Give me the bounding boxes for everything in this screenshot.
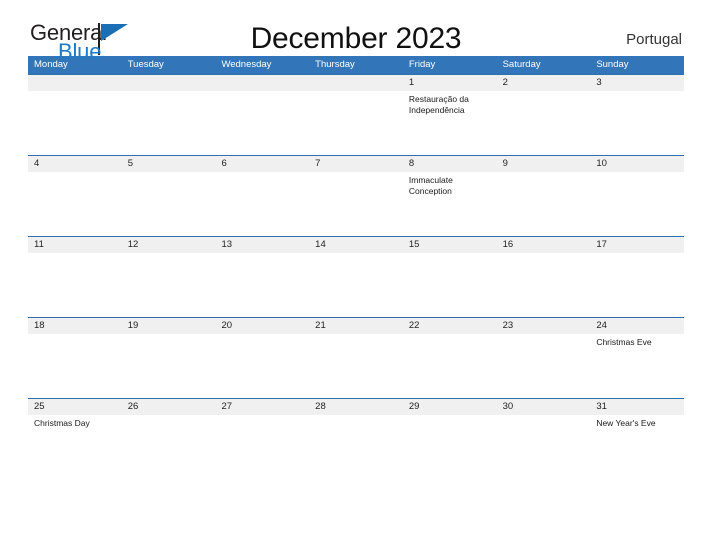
day-band [309, 156, 403, 172]
day-cell[interactable]: 10 [590, 156, 685, 236]
day-cell[interactable] [28, 75, 122, 155]
country-label: Portugal [626, 31, 682, 48]
day-number: 4 [34, 158, 40, 169]
day-number: 21 [315, 320, 326, 331]
day-number: 13 [221, 239, 233, 250]
day-number: 16 [502, 239, 514, 250]
day-event: Christmas Eve [596, 337, 652, 347]
day-cell[interactable]: 22 [402, 318, 497, 398]
day-cell[interactable]: 26 [121, 399, 216, 479]
day-number: 1 [408, 77, 415, 88]
day-band [590, 75, 685, 91]
page-header: General Blue December 2023 Portugal [28, 0, 684, 63]
calendar-page: General Blue December 2023 Portugal Mond… [0, 0, 712, 550]
calendar-grid: Monday Tuesday Wednesday Thursday Friday… [28, 56, 685, 479]
day-cell[interactable]: 4 [28, 156, 122, 236]
day-number: 3 [596, 77, 602, 88]
week-row: 1 Restauração da Independência 2 3 [28, 74, 685, 155]
day-cell[interactable]: 3 [590, 75, 685, 155]
day-cell[interactable] [215, 75, 310, 155]
day-cell[interactable]: 2 [496, 75, 591, 155]
day-cell[interactable]: 20 [215, 318, 310, 398]
day-cell[interactable]: 24 Christmas Eve [590, 318, 685, 398]
day-number: 17 [596, 239, 607, 250]
day-cell[interactable] [309, 75, 403, 155]
weekday-header-wednesday: Wednesday [221, 59, 272, 70]
day-cell[interactable]: 8 Immaculate Conception [402, 156, 497, 236]
day-number: 10 [596, 158, 607, 169]
day-cell[interactable]: 12 [121, 237, 216, 317]
weekday-header-saturday: Saturday [502, 59, 541, 70]
day-number: 19 [127, 320, 139, 331]
week-row: 11 12 13 14 15 16 17 [28, 236, 685, 317]
day-number: 23 [502, 320, 514, 331]
day-number: 30 [502, 401, 514, 412]
day-number: 7 [315, 158, 321, 169]
day-cell[interactable]: 15 [402, 237, 497, 317]
day-cell[interactable]: 23 [496, 318, 591, 398]
day-cell[interactable]: 25 Christmas Day [28, 399, 122, 479]
day-number: 24 [596, 320, 607, 331]
day-number: 25 [34, 401, 45, 412]
day-number: 8 [408, 158, 415, 169]
week-row: 25 Christmas Day 26 27 28 29 30 31 New Y… [28, 398, 685, 479]
day-event: Christmas Day [34, 418, 90, 428]
day-band [309, 75, 403, 91]
day-event: Restauração da Independência [408, 94, 469, 115]
day-number: 27 [221, 401, 233, 412]
day-cell[interactable]: 28 [309, 399, 403, 479]
day-number: 22 [408, 320, 420, 331]
day-cell[interactable]: 11 [28, 237, 122, 317]
day-number: 20 [221, 320, 233, 331]
day-number: 6 [221, 158, 227, 169]
weekday-header-sunday: Sunday [596, 59, 629, 70]
day-cell[interactable]: 7 [309, 156, 403, 236]
day-band [215, 75, 310, 91]
day-cell[interactable]: 1 Restauração da Independência [402, 75, 497, 155]
day-number: 29 [408, 401, 420, 412]
day-number: 2 [502, 77, 508, 88]
day-number: 15 [408, 239, 420, 250]
day-cell[interactable]: 9 [496, 156, 591, 236]
day-event: Immaculate Conception [408, 175, 453, 196]
day-cell[interactable]: 13 [215, 237, 310, 317]
day-cell[interactable]: 18 [28, 318, 122, 398]
day-cell[interactable]: 21 [309, 318, 403, 398]
day-band [121, 75, 216, 91]
day-number: 5 [127, 158, 134, 169]
day-number: 18 [34, 320, 45, 331]
day-band [215, 156, 310, 172]
day-band [402, 75, 497, 91]
day-cell[interactable]: 17 [590, 237, 685, 317]
day-number: 12 [127, 239, 139, 250]
day-cell[interactable]: 31 New Year's Eve [590, 399, 685, 479]
day-band [121, 156, 216, 172]
day-number: 11 [34, 239, 44, 250]
day-event: New Year's Eve [596, 418, 656, 428]
weekday-header-friday: Friday [408, 59, 436, 70]
day-cell[interactable]: 6 [215, 156, 310, 236]
week-row: 4 5 6 7 8 Immaculate Conception 9 10 [28, 155, 685, 236]
day-number: 28 [315, 401, 326, 412]
day-number: 9 [502, 158, 508, 169]
day-number: 26 [127, 401, 139, 412]
day-band [28, 75, 122, 91]
day-cell[interactable]: 19 [121, 318, 216, 398]
day-band [402, 156, 497, 172]
day-cell[interactable]: 27 [215, 399, 310, 479]
day-cell[interactable]: 30 [496, 399, 591, 479]
day-cell[interactable]: 5 [121, 156, 216, 236]
day-cell[interactable]: 29 [402, 399, 497, 479]
weekday-header-thursday: Thursday [315, 59, 355, 70]
day-band [496, 75, 591, 91]
day-cell[interactable] [121, 75, 216, 155]
day-cell[interactable]: 14 [309, 237, 403, 317]
day-band [28, 156, 122, 172]
day-band [496, 156, 591, 172]
day-number: 14 [315, 239, 326, 250]
page-title: December 2023 [250, 22, 462, 55]
day-number: 31 [596, 401, 607, 412]
week-row: 18 19 20 21 22 23 24 Christmas Eve [28, 317, 685, 398]
day-cell[interactable]: 16 [496, 237, 591, 317]
